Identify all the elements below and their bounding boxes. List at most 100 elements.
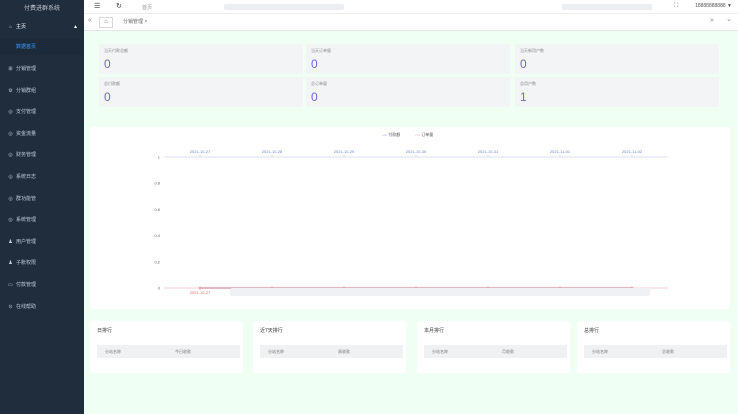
sidebar-item[interactable]: ◎ 资金流量 (0, 126, 84, 142)
sidebar-item[interactable]: ◎ 群功能管 (0, 191, 84, 207)
sidebar-item[interactable]: ⊙ 在线帮助 (0, 299, 84, 315)
sidebar-item-label: 付款管理 (16, 282, 37, 288)
top-x-tick-label: 2021-10-29 (334, 149, 355, 154)
menu-icon: ◎ (8, 130, 13, 137)
blurred-region (562, 4, 652, 10)
sidebar-item-label: 主页 (16, 24, 27, 30)
y-tick-label: 0.6 (154, 207, 160, 212)
top-header: ☰ ↻ 首页 ⛶ 18888888888 ▼ (84, 0, 738, 14)
sidebar-item[interactable]: ▭ 付款管理 (0, 277, 84, 293)
tags-scroll-right-icon[interactable]: » (710, 17, 714, 24)
tag-current[interactable]: 分销管理 × (120, 17, 150, 28)
ranking-table-header: 分站名称 周收款 (260, 345, 403, 358)
sidebar-item-label: 用户管理 (16, 238, 37, 245)
main-content: 当天付款总额 0 当天订单量 0 当天新用户数 0 总付款额 0 总订单量 0 总用户数 1 -○- … (84, 31, 738, 414)
sidebar-item-dashboard[interactable]: 数据首页 (0, 39, 84, 55)
ranking-card: 近7天排行分站名称 周收款 (253, 321, 406, 373)
menu-icon: ♟ (8, 238, 13, 245)
home-icon: ⌂ (8, 24, 13, 30)
menu-toggle-icon[interactable]: ☰ (94, 2, 100, 10)
sidebar-item[interactable]: ⚙ 分销群组 (0, 83, 84, 99)
stat-label: 当天付款总额 (104, 48, 128, 53)
tags-dropdown-icon[interactable]: ⌄ (726, 15, 732, 23)
ranking-table-header: 分站名称 总收款 (584, 345, 727, 358)
stat-value: 0 (311, 57, 318, 71)
column-header: 今日收款 (175, 349, 191, 354)
stat-value: 1 (520, 90, 527, 104)
menu-icon: ⊙ (8, 303, 13, 310)
menu-icon: ◎ (8, 152, 13, 159)
line-chart: 1 0.8 0.6 0.4 0.2 0 2021-10-27 2021-10-28 2021-1… (154, 149, 668, 295)
sidebar-item-label: 群功能管 (16, 195, 37, 202)
column-header: 分站名称 (432, 349, 448, 354)
menu-icon: ♟ (8, 260, 13, 267)
sidebar-item-home[interactable]: ⌂ 主页 ▲ (0, 19, 84, 35)
top-x-tick-label: 2021-10-30 (406, 149, 427, 154)
column-header: 分站名称 (268, 349, 284, 354)
bottom-x-tick-label: 2021-10-27 (190, 290, 211, 295)
column-header: 总收款 (662, 349, 674, 354)
stat-card: 当天订单量 0 (306, 44, 510, 74)
stat-card: 总付款额 0 (99, 77, 303, 107)
sidebar-item[interactable]: ◎ 系统日志 (0, 169, 84, 185)
stat-label: 总订单量 (311, 81, 327, 86)
top-x-tick-label: 2021-10-31 (478, 149, 499, 154)
ranking-card: 总排行分站名称 总收款 (577, 321, 730, 373)
y-tick-label: 1 (158, 155, 161, 160)
sidebar-item[interactable]: ⊞ 分销管理 (0, 61, 84, 77)
sidebar-item[interactable]: ◎ 财务管理 (0, 147, 84, 163)
breadcrumb[interactable]: 首页 (142, 4, 152, 11)
column-header: 分站名称 (592, 349, 608, 354)
sidebar: 付费进群系统 ⌂ 主页 ▲ 数据首页 ⊞ 分销管理 ⚙ 分销群组 ◎ 支付管理 ◎ 资金流量 ◎ 财… (0, 0, 84, 414)
top-x-tick-label: 2021-10-27 (190, 149, 211, 154)
refresh-icon[interactable]: ↻ (116, 2, 122, 10)
sidebar-item-label: 资金流量 (16, 130, 37, 137)
app: 付费进群系统 ⌂ 主页 ▲ 数据首页 ⊞ 分销管理 ⚙ 分销群组 ◎ 支付管理 ◎ 资金流量 ◎ 财… (0, 0, 738, 414)
sidebar-item-label: 子账权限 (16, 260, 37, 267)
data-point (198, 286, 202, 290)
ranking-title: 本月排行 (424, 328, 445, 334)
menu-icon: ◎ (8, 217, 13, 224)
stat-card: 总订单量 0 (306, 77, 510, 107)
ranking-table-header: 分站名称 月收款 (424, 345, 567, 358)
sidebar-item-label: 在线帮助 (16, 303, 37, 310)
menu-icon: ▭ (8, 282, 13, 288)
blurred-region (224, 4, 344, 10)
sidebar-item[interactable]: ◎ 系统管理 (0, 212, 84, 228)
sidebar-item-label: 系统管理 (16, 217, 37, 224)
ranking-table-header: 分站名称 今日收款 (97, 345, 240, 358)
stat-card: 当天付款总额 0 (99, 44, 303, 74)
stat-label: 总付款额 (104, 81, 120, 86)
ranking-card: 日排行分站名称 今日收款 (90, 321, 243, 373)
menu-icon: ⊞ (8, 66, 13, 72)
y-tick-label: 0.2 (154, 259, 160, 264)
sidebar-item[interactable]: ◎ 支付管理 (0, 104, 84, 120)
ranking-title: 日排行 (97, 328, 113, 334)
tag-home-icon[interactable]: ⌂ (99, 17, 113, 28)
sidebar-item-label: 分销管理 (16, 66, 37, 72)
top-x-tick-label: 2021-11-02 (622, 149, 643, 154)
menu-icon: ◎ (8, 174, 13, 180)
sidebar-item-label: 系统日志 (16, 174, 37, 180)
sidebar-item[interactable]: ♟ 用户管理 (0, 234, 84, 250)
stat-value: 0 (520, 57, 527, 71)
user-menu[interactable]: 18888888888 ▼ (695, 3, 732, 9)
sidebar-item-label: 分销群组 (16, 87, 37, 94)
ranking-title: 近7天排行 (260, 328, 283, 334)
stat-label: 当天新用户数 (520, 48, 544, 53)
ranking-card: 本月排行分站名称 月收款 (417, 321, 570, 373)
column-header: 月收款 (502, 349, 514, 354)
fullscreen-icon[interactable]: ⛶ (674, 3, 678, 10)
app-brand: 付费进群系统 (23, 6, 60, 12)
stat-value: 0 (311, 90, 318, 104)
sidebar-item-label: 支付管理 (16, 109, 37, 116)
stat-value: 0 (104, 57, 111, 71)
sidebar-item[interactable]: ♟ 子账权限 (0, 255, 84, 271)
stat-card: 当天新用户数 0 (515, 44, 719, 74)
ranking-title: 总排行 (584, 328, 600, 334)
menu-icon: ⚙ (8, 87, 13, 94)
tags-scroll-left-icon[interactable]: « (88, 17, 92, 24)
y-tick-label: 0.4 (154, 233, 160, 238)
stat-card: 总用户数 1 (515, 77, 719, 107)
menu-icon: ◎ (8, 109, 13, 116)
